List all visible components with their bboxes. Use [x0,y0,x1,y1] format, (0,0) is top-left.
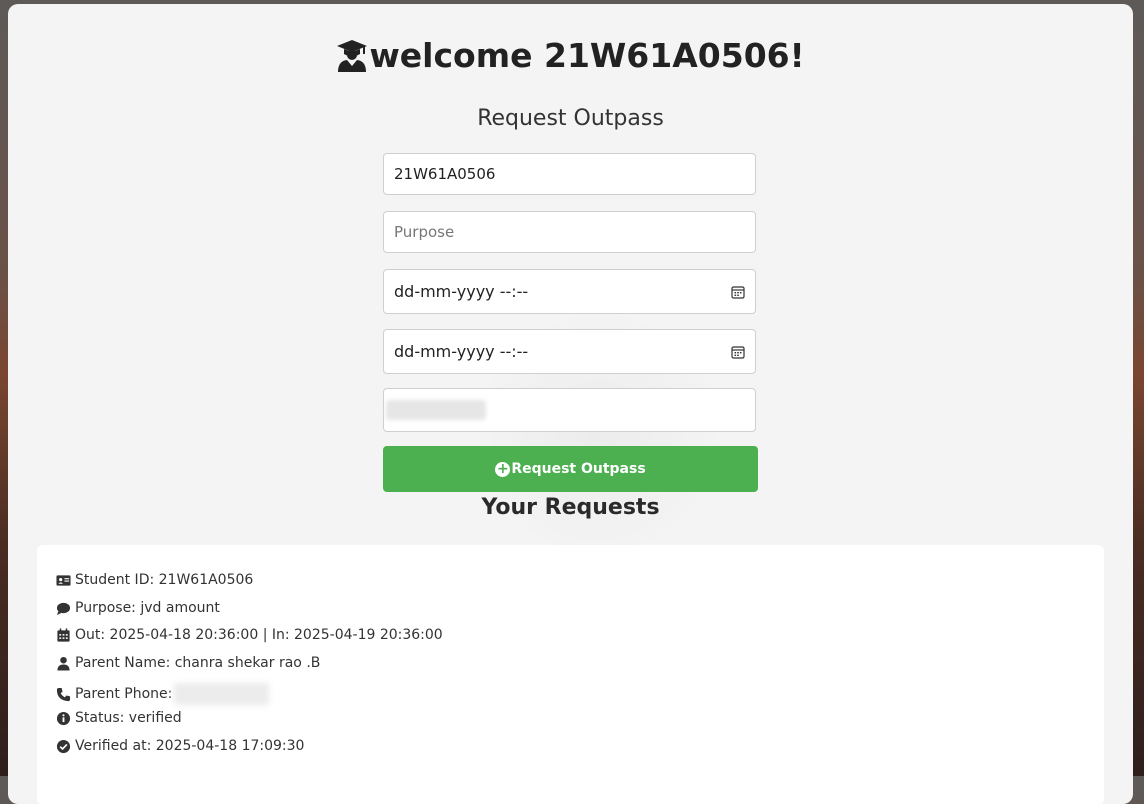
page-title: welcome 21W61A0506! [8,36,1133,75]
request-card: Student ID: 21W61A0506 Purpose: jvd amou… [37,545,1104,804]
purpose-text: Purpose: jvd amount [75,600,220,616]
student-id-field[interactable] [383,153,756,195]
status-text: Status: verified [75,710,182,726]
parent-phone-field[interactable] [383,388,756,432]
request-outpass-button[interactable]: + Request Outpass [383,446,758,492]
redacted-value [386,400,486,420]
timing-text: Out: 2025-04-18 20:36:00 | In: 2025-04-1… [75,627,443,643]
request-student-id: Student ID: 21W61A0506 [56,572,253,588]
calendar-icon [57,627,70,642]
user-icon [57,656,70,671]
check-circle-icon [56,739,71,753]
welcome-text: welcome 21W61A0506! [369,36,805,75]
student-id-text: Student ID: 21W61A0506 [75,572,254,588]
purpose-field[interactable] [383,211,756,253]
parent-phone-label: Parent Phone: [75,686,173,702]
out-datetime-placeholder: dd-mm-yyyy --:-- [394,282,529,301]
phone-icon [56,687,71,701]
redacted-phone [174,683,270,705]
comment-icon [56,602,71,615]
request-status: Status: verified [56,710,182,726]
in-datetime-field[interactable]: dd-mm-yyyy --:-- [383,329,756,374]
request-timing: Out: 2025-04-18 20:36:00 | In: 2025-04-1… [56,627,443,643]
calendar-icon[interactable] [731,285,745,299]
info-circle-icon [56,711,71,725]
in-datetime-placeholder: dd-mm-yyyy --:-- [394,342,529,361]
request-parent-phone: Parent Phone: [56,683,270,705]
request-purpose: Purpose: jvd amount [56,600,220,616]
verified-at-text: Verified at: 2025-04-18 17:09:30 [75,738,305,754]
id-card-icon [56,574,71,586]
main-card: welcome 21W61A0506! Request Outpass dd-m… [8,4,1133,804]
request-verified-at: Verified at: 2025-04-18 17:09:30 [56,738,304,754]
request-outpass-title: Request Outpass [477,106,664,131]
student-id-input[interactable] [394,165,745,183]
graduate-icon [337,39,368,72]
purpose-input[interactable] [394,223,745,241]
calendar-icon[interactable] [731,345,745,359]
out-datetime-field[interactable]: dd-mm-yyyy --:-- [383,269,756,314]
parent-name-text: Parent Name: chanra shekar rao .B [75,655,321,671]
plus-circle-icon: + [495,461,511,477]
request-parent-name: Parent Name: chanra shekar rao .B [56,655,320,671]
request-outpass-button-label: Request Outpass [511,461,646,477]
your-requests-title: Your Requests [481,495,660,520]
